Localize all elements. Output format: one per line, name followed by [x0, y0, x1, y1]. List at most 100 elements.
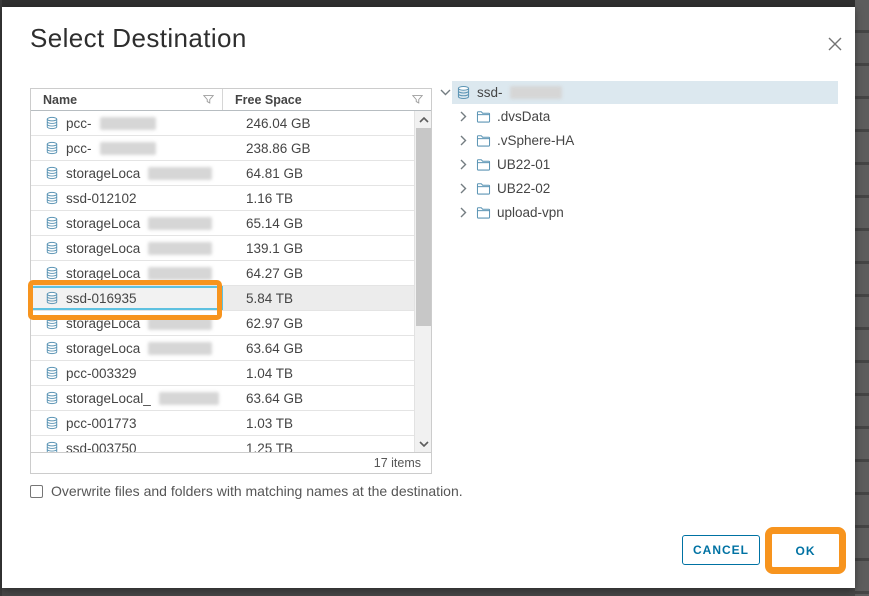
- datastore-name-cell[interactable]: storageLocal_: [31, 386, 223, 410]
- free-space-value: 63.64 GB: [223, 341, 416, 356]
- table-row[interactable]: storageLoca65.14 GB: [31, 211, 416, 236]
- free-space-value: 238.86 GB: [223, 141, 416, 156]
- ok-button[interactable]: OK: [772, 534, 839, 567]
- free-space-value: 62.97 GB: [223, 316, 416, 331]
- scroll-down-icon[interactable]: [415, 435, 431, 452]
- table-row[interactable]: ssd-0169355.84 TB: [31, 286, 416, 311]
- table-row[interactable]: pcc- 238.86 GB: [31, 136, 416, 161]
- datastore-name: ssd-016935: [66, 291, 137, 306]
- scroll-up-icon[interactable]: [415, 111, 431, 128]
- chevron-right-icon[interactable]: [456, 111, 470, 122]
- tree-item-ub22-02[interactable]: UB22-02: [438, 176, 842, 200]
- datastore-name: storageLoca: [66, 166, 140, 181]
- datastore-icon: [45, 316, 59, 330]
- table-row[interactable]: storageLoca 64.81 GB: [31, 161, 416, 186]
- datastore-name-cell[interactable]: storageLoca: [31, 311, 223, 335]
- destination-tree: ssd- .dvsData .vSphere-HA UB22-01 UB22-02 up…: [438, 81, 842, 224]
- redacted-text: [148, 167, 212, 180]
- table-row[interactable]: storageLocal_ 63.64 GB: [31, 386, 416, 411]
- free-space-value: 63.64 GB: [223, 391, 416, 406]
- free-space-value: 64.81 GB: [223, 166, 416, 181]
- datastore-name: storageLoca: [66, 341, 140, 356]
- datastore-icon: [45, 391, 59, 405]
- datastore-name-cell[interactable]: pcc-: [31, 111, 223, 135]
- datastore-name: storageLoca: [66, 266, 140, 281]
- tree-item-ub22-01[interactable]: UB22-01: [438, 152, 842, 176]
- free-space-value: 1.25 TB: [223, 441, 416, 453]
- datastore-name-cell[interactable]: pcc-003329: [31, 361, 223, 385]
- datastore-name-cell[interactable]: ssd-016935: [31, 286, 223, 310]
- items-count: 17 items: [374, 456, 421, 470]
- datastore-icon: [45, 116, 59, 130]
- cancel-button[interactable]: CANCEL: [682, 535, 760, 565]
- folder-icon: [476, 110, 491, 123]
- datastore-name: pcc-: [66, 141, 92, 156]
- datastore-name-cell[interactable]: pcc-001773: [31, 411, 223, 435]
- chevron-right-icon[interactable]: [456, 135, 470, 146]
- dialog-title: Select Destination: [30, 23, 247, 54]
- datastore-icon: [45, 241, 59, 255]
- column-header-free-space-label: Free Space: [235, 93, 302, 107]
- column-header-free-space[interactable]: Free Space: [223, 89, 431, 110]
- tree-item--vsphere-ha[interactable]: .vSphere-HA: [438, 128, 842, 152]
- chevron-right-icon[interactable]: [456, 207, 470, 218]
- redacted-text: [148, 217, 212, 230]
- tree-children: .dvsData .vSphere-HA UB22-01 UB22-02 upload-…: [438, 104, 842, 224]
- datastore-name: storageLoca: [66, 216, 140, 231]
- datastore-icon: [45, 441, 59, 452]
- page-background-top: [0, 0, 869, 7]
- folder-icon: [476, 134, 491, 147]
- tree-item-upload-vpn[interactable]: upload-vpn: [438, 200, 842, 224]
- table-row[interactable]: storageLoca62.97 GB: [31, 311, 416, 336]
- overwrite-checkbox[interactable]: [30, 485, 43, 498]
- table-rows: pcc-246.04 GBpcc-238.86 GBstorageLoca64.…: [31, 111, 416, 452]
- table-row[interactable]: ssd-012102 1.16 TB: [31, 186, 416, 211]
- redacted-text: [100, 117, 156, 130]
- datastore-name: pcc-001773: [66, 416, 137, 431]
- datastore-name-cell[interactable]: storageLoca: [31, 211, 223, 235]
- tree-item-label: UB22-02: [497, 181, 550, 196]
- table-scrollbar[interactable]: [414, 111, 431, 452]
- chevron-right-icon[interactable]: [456, 159, 470, 170]
- free-space-value: 139.1 GB: [223, 241, 416, 256]
- tree-item--dvsdata[interactable]: .dvsData: [438, 104, 842, 128]
- free-space-value: 1.16 TB: [223, 191, 416, 206]
- datastore-icon: [45, 416, 59, 430]
- close-icon: [827, 36, 843, 52]
- redacted-text: [510, 86, 562, 99]
- datastore-name-cell[interactable]: storageLoca: [31, 261, 223, 285]
- datastore-name-cell[interactable]: ssd-003750: [31, 436, 223, 452]
- datastore-name-cell[interactable]: ssd-012102: [31, 186, 223, 210]
- datastore-name-cell[interactable]: storageLoca: [31, 336, 223, 360]
- datastore-icon: [45, 266, 59, 280]
- datastore-name-cell[interactable]: pcc-: [31, 136, 223, 160]
- table-row[interactable]: ssd-003750 1.25 TB: [31, 436, 416, 452]
- table-row[interactable]: pcc-0017731.03 TB: [31, 411, 416, 436]
- filter-icon[interactable]: [203, 94, 214, 105]
- datastore-icon: [45, 341, 59, 355]
- free-space-value: 64.27 GB: [223, 266, 416, 281]
- table-footer: 17 items: [31, 452, 431, 473]
- tree-root-datastore[interactable]: ssd-: [452, 81, 838, 104]
- tree-item-label: .dvsData: [497, 109, 550, 124]
- chevron-right-icon[interactable]: [456, 183, 470, 194]
- tree-item-label: .vSphere-HA: [497, 133, 574, 148]
- datastore-name: ssd-003750: [66, 441, 137, 453]
- chevron-down-icon[interactable]: [438, 89, 452, 96]
- table-row[interactable]: storageLoca 64.27 GB: [31, 261, 416, 286]
- scrollbar-thumb[interactable]: [416, 128, 431, 326]
- table-row[interactable]: pcc-0033291.04 TB: [31, 361, 416, 386]
- table-row[interactable]: pcc-246.04 GB: [31, 111, 416, 136]
- table-row[interactable]: storageLoca139.1 GB: [31, 236, 416, 261]
- table-row[interactable]: storageLoca 63.64 GB: [31, 336, 416, 361]
- close-button[interactable]: [824, 33, 846, 55]
- datastore-name-cell[interactable]: storageLoca: [31, 236, 223, 260]
- datastore-name: ssd-012102: [66, 191, 137, 206]
- column-header-name[interactable]: Name: [31, 89, 223, 110]
- datastore-name: pcc-003329: [66, 366, 137, 381]
- datastore-name: storageLocal_: [66, 391, 151, 406]
- free-space-value: 246.04 GB: [223, 116, 416, 131]
- datastore-name-cell[interactable]: storageLoca: [31, 161, 223, 185]
- tree-item-label: UB22-01: [497, 157, 550, 172]
- filter-icon[interactable]: [412, 94, 423, 105]
